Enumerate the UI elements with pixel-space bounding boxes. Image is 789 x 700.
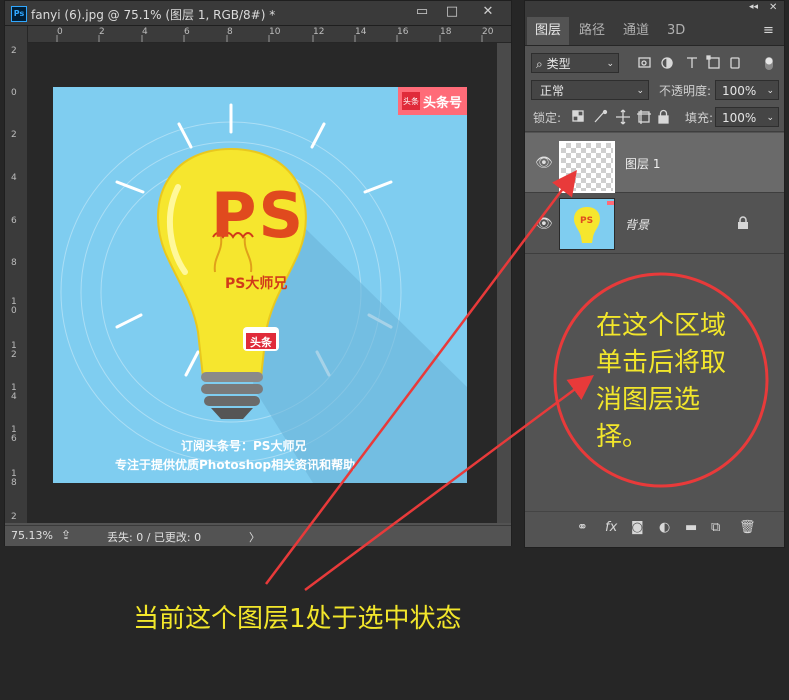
- annotation-arrow: [265, 170, 578, 585]
- annotation-circle-text: 在这个区域单击后将取消图层选择。: [596, 311, 727, 452]
- annotation-bottom-text: 当前这个图层1处于选中状态: [133, 604, 462, 634]
- annotation-arrow: [304, 375, 595, 592]
